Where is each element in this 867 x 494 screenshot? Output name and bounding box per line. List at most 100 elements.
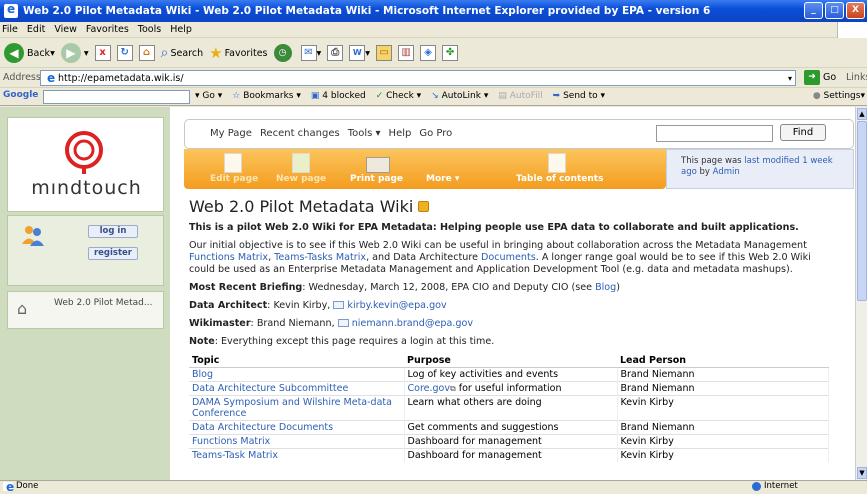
nav-tools[interactable]: Tools ▾ <box>348 128 381 139</box>
briefing-paragraph: Most Recent Briefing: Wednesday, March 1… <box>189 282 839 294</box>
architect-paragraph: Data Architect: Kevin Kirby, kirby.kevin… <box>189 300 839 312</box>
teams-tasks-link[interactable]: Teams-Tasks Matrix <box>274 252 366 263</box>
edit-page-icon[interactable] <box>224 153 242 173</box>
google-search-input[interactable] <box>43 90 190 104</box>
lead-cell: Kevin Kirby <box>617 434 829 449</box>
core-gov-link[interactable]: Core.gov <box>408 383 450 394</box>
scroll-up-arrow-icon[interactable]: ▲ <box>857 108 867 120</box>
nav-go-pro[interactable]: Go Pro <box>419 128 452 139</box>
new-page-icon[interactable] <box>292 153 310 173</box>
autofill-button[interactable]: ▤ AutoFill <box>498 91 542 101</box>
purpose-text: for useful information <box>455 383 562 394</box>
back-button[interactable]: ◀ Back ▾ <box>4 43 55 63</box>
col-purpose: Purpose <box>404 354 617 368</box>
menu-edit[interactable]: Edit <box>27 24 45 35</box>
autolink-button[interactable]: ↘ AutoLink ▾ <box>431 91 488 101</box>
wiki-search-input[interactable] <box>656 125 773 142</box>
admin-link[interactable]: Admin <box>713 167 740 177</box>
scrollbar-thumb[interactable] <box>857 121 867 301</box>
mail-icon[interactable]: ✉ <box>300 45 317 61</box>
page-content: Web 2.0 Pilot Metadata Wiki This is a pi… <box>189 197 839 462</box>
menu-file[interactable]: File <box>2 24 18 35</box>
lead-cell: Brand Niemann <box>617 420 829 435</box>
wikimaster-email-link[interactable]: niemann.brand@epa.gov <box>352 318 473 329</box>
bookmarks-button[interactable]: ☆ Bookmarks ▾ <box>232 91 301 101</box>
refresh-icon[interactable]: ↻ <box>116 45 133 61</box>
vertical-scrollbar[interactable]: ▲ ▼ <box>855 107 867 480</box>
check-label: Check <box>386 91 414 101</box>
nav-help[interactable]: Help <box>389 128 412 139</box>
people-icon[interactable]: ✤ <box>442 45 459 61</box>
maximize-button[interactable]: □ <box>825 2 844 19</box>
word-icon[interactable]: W <box>349 45 366 61</box>
register-button[interactable]: register <box>88 247 138 260</box>
new-page-button[interactable]: New page <box>276 174 326 184</box>
research-icon[interactable]: ▥ <box>398 45 415 61</box>
nav-item-home[interactable]: Web 2.0 Pilot Metad... <box>54 298 159 309</box>
google-go-button[interactable]: ▾ Go ▾ <box>195 91 222 101</box>
address-input[interactable]: http://epametadata.wik.is/ ▾ <box>40 70 796 86</box>
more-button[interactable]: More ▾ <box>426 174 459 184</box>
topic-link[interactable]: Functions Matrix <box>192 436 270 447</box>
sendto-button[interactable]: ➥ Send to ▾ <box>553 91 605 101</box>
address-dropdown-icon[interactable]: ▾ <box>788 74 792 83</box>
lead-cell: Brand Niemann <box>617 381 829 396</box>
folder-icon[interactable]: ▭ <box>376 45 393 61</box>
blog-link[interactable]: Blog <box>595 282 616 293</box>
printer-icon[interactable] <box>366 157 390 173</box>
go-button[interactable]: ➜ Go <box>804 70 836 85</box>
home-icon[interactable]: ⌂ <box>138 45 155 61</box>
wikimaster-text: : Brand Niemann, <box>250 318 338 329</box>
note-paragraph: Note: Everything except this page requir… <box>189 336 839 348</box>
menu-favorites[interactable]: Favorites <box>86 24 129 35</box>
address-label: Address <box>3 72 41 83</box>
scroll-down-arrow-icon[interactable]: ▼ <box>857 467 867 479</box>
stop-icon[interactable]: x <box>94 45 111 61</box>
login-button[interactable]: log in <box>88 225 138 238</box>
mindtouch-logo-icon[interactable] <box>62 130 106 174</box>
page-icon <box>44 71 55 85</box>
settings-icon: ● <box>812 91 821 101</box>
spellcheck-button[interactable]: ✓ Check ▾ <box>376 91 422 101</box>
menu-tools[interactable]: Tools <box>138 24 161 35</box>
favorites-button[interactable]: ★ Favorites <box>209 44 267 62</box>
nav-my-page[interactable]: My Page <box>210 128 252 139</box>
sendto-label: Send to <box>563 91 598 101</box>
nav-recent-changes[interactable]: Recent changes <box>260 128 340 139</box>
popup-blocker[interactable]: ▣ 4 blocked <box>311 91 366 101</box>
google-settings-button[interactable]: ● Settings▾ <box>813 91 865 101</box>
toc-button[interactable]: Table of contents <box>516 174 603 184</box>
google-logo[interactable]: Google <box>3 90 38 100</box>
status-page-icon <box>3 480 14 494</box>
menu-view[interactable]: View <box>54 24 77 35</box>
forward-button[interactable]: ▶ ▾ <box>60 43 89 63</box>
functions-matrix-link[interactable]: Functions Matrix <box>189 252 268 263</box>
print-page-button[interactable]: Print page <box>350 174 403 184</box>
minimize-button[interactable]: _ <box>804 2 823 19</box>
close-button[interactable]: X <box>846 2 865 19</box>
topic-link[interactable]: Blog <box>192 369 213 380</box>
messenger-icon[interactable]: ◈ <box>420 45 437 61</box>
toc-icon[interactable] <box>548 153 566 173</box>
purpose-cell: Core.gov⧉ for useful information <box>404 381 618 396</box>
links-button[interactable]: Links <box>846 72 867 83</box>
history-icon[interactable]: ◷ <box>273 44 292 62</box>
search-button[interactable]: ⌕ Search <box>161 45 203 61</box>
print-icon[interactable]: ⎙ <box>327 45 344 61</box>
address-url: http://epametadata.wik.is/ <box>58 72 184 84</box>
lock-icon <box>418 201 430 212</box>
menu-bar: File Edit View Favorites Tools Help <box>0 22 867 38</box>
architect-label: Data Architect <box>189 300 268 311</box>
topic-link[interactable]: DAMA Symposium and Wilshire Meta-data Co… <box>192 397 392 419</box>
zone-indicator: Internet <box>752 481 798 491</box>
menu-help[interactable]: Help <box>170 24 192 35</box>
topic-link[interactable]: Data Architecture Subcommittee <box>192 383 348 394</box>
architect-text: : Kevin Kirby, <box>267 300 334 311</box>
find-button[interactable]: Find <box>780 124 826 141</box>
logo-text: mındtouch <box>31 177 142 199</box>
edit-page-button[interactable]: Edit page <box>210 174 258 184</box>
topic-link[interactable]: Teams-Task Matrix <box>192 450 278 461</box>
topic-link[interactable]: Data Architecture Documents <box>192 422 333 433</box>
architect-email-link[interactable]: kirby.kevin@epa.gov <box>347 300 446 311</box>
documents-link[interactable]: Documents <box>481 252 536 263</box>
